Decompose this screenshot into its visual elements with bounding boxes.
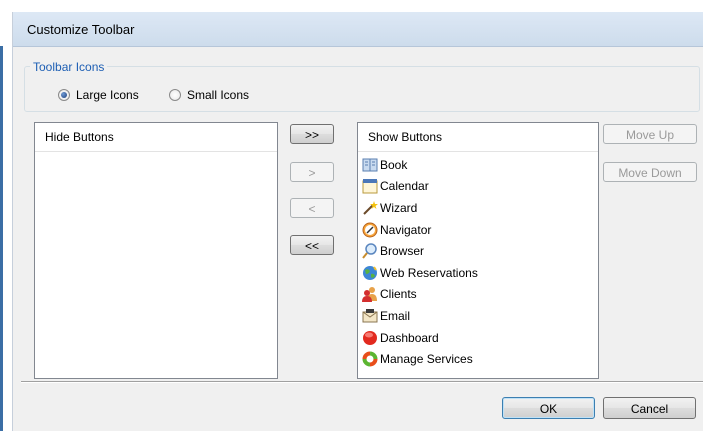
small-icons-label[interactable]: Small Icons (187, 88, 249, 102)
list-item-navigator[interactable]: Navigator (362, 219, 598, 241)
add-button[interactable]: > (290, 162, 334, 182)
show-buttons-header: Show Buttons (358, 123, 598, 152)
list-item-label: Dashboard (380, 330, 439, 345)
list-item-dashboard[interactable]: Dashboard (362, 327, 598, 349)
list-item-label: Browser (380, 244, 425, 259)
list-item-book[interactable]: Book (362, 154, 598, 176)
book-icon (362, 158, 378, 172)
list-item-label: Manage Services (380, 352, 473, 367)
large-icons-radio[interactable] (58, 89, 70, 101)
magnifier-icon (362, 243, 377, 259)
hide-buttons-list[interactable]: Hide Buttons (34, 122, 278, 379)
red-circle-icon (363, 330, 377, 345)
list-item-clients[interactable]: Clients (362, 284, 598, 306)
remove-button[interactable]: < (290, 198, 334, 218)
cancel-button[interactable]: Cancel (603, 397, 696, 419)
hide-buttons-header: Hide Buttons (35, 123, 277, 152)
show-buttons-items: Book Calendar Wizard Navigator Browser W… (358, 152, 598, 370)
add-all-button[interactable]: >> (290, 124, 334, 144)
globe-icon (363, 265, 377, 280)
footer-separator (21, 381, 703, 383)
colorful-ring-icon (362, 351, 378, 367)
list-item-label: Web Reservations (380, 265, 478, 280)
list-item-label: Wizard (380, 200, 418, 215)
list-item-label: Navigator (380, 222, 432, 237)
list-item-web-reservations[interactable]: Web Reservations (362, 262, 598, 284)
ok-button[interactable]: OK (502, 397, 595, 419)
list-item-label: Calendar (380, 179, 429, 194)
envelope-icon (362, 308, 378, 323)
dialog-title: Customize Toolbar (27, 22, 135, 37)
move-down-button[interactable]: Move Down (603, 162, 697, 182)
move-up-button[interactable]: Move Up (603, 124, 697, 144)
wizard-wand-icon (363, 200, 378, 215)
list-item-label: Clients (380, 287, 417, 302)
remove-all-button[interactable]: << (290, 235, 334, 255)
list-item-manage-services[interactable]: Manage Services (362, 348, 598, 370)
small-icons-radio-option[interactable]: Small Icons (169, 88, 249, 102)
toolbar-icons-legend: Toolbar Icons (30, 60, 108, 74)
window-left-edge (0, 46, 3, 431)
large-icons-label[interactable]: Large Icons (76, 88, 139, 102)
title-bar[interactable]: Customize Toolbar (13, 12, 703, 47)
large-icons-radio-option[interactable]: Large Icons (58, 88, 139, 102)
list-item-wizard[interactable]: Wizard (362, 197, 598, 219)
list-item-email[interactable]: Email (362, 305, 598, 327)
list-item-label: Email (380, 308, 411, 323)
calendar-icon (362, 179, 378, 194)
small-icons-radio[interactable] (169, 89, 181, 101)
compass-icon (362, 222, 378, 238)
people-icon (362, 287, 377, 303)
list-item-browser[interactable]: Browser (362, 240, 598, 262)
list-item-label: Book (380, 157, 408, 172)
show-buttons-list[interactable]: Show Buttons Book Calendar Wizard Naviga… (357, 122, 599, 379)
list-item-calendar[interactable]: Calendar (362, 176, 598, 198)
